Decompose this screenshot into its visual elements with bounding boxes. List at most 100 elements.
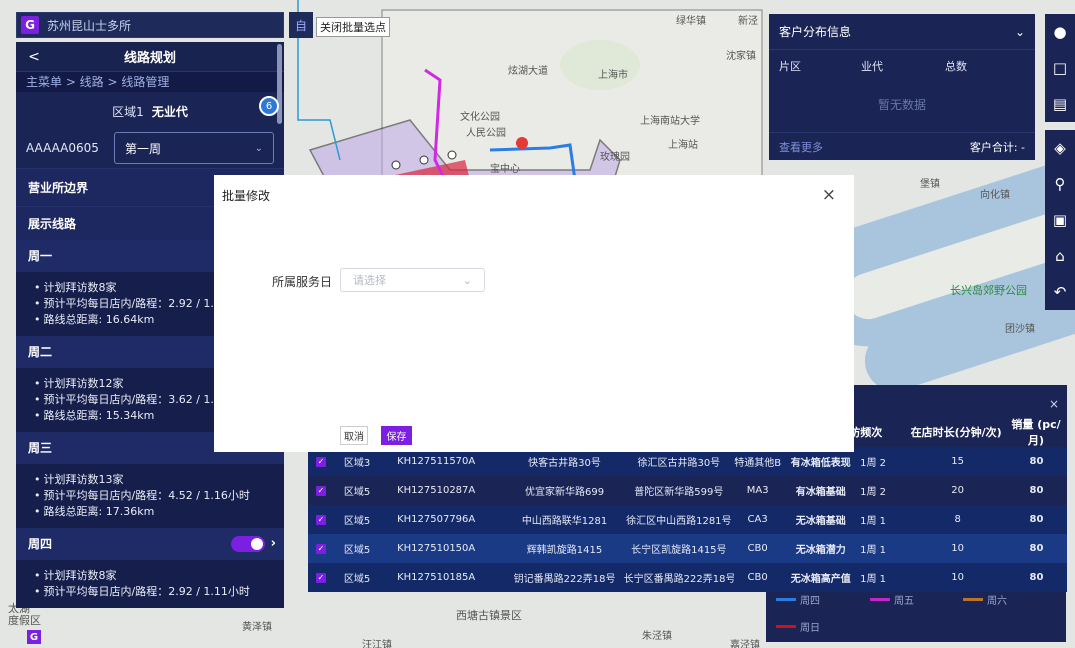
cell-tag: 无冰箱潜力	[795, 545, 846, 556]
cell-code: KH127511570A	[397, 456, 476, 467]
row-checkbox[interactable]: ✓	[316, 485, 326, 496]
day-stats-wed: 计划拜访数13家 预计平均每日店内/路程：4.52 / 1.16小时 路线总距离…	[16, 464, 284, 528]
brand-logo-icon: G	[27, 630, 41, 644]
view-more-link[interactable]: 查看更多	[779, 139, 823, 155]
route-code-row: AAAAA0605 第一周 ⌄	[16, 130, 284, 166]
stat-distance: 路线总距离: 17.36km	[34, 504, 284, 520]
cell-area: 区域3	[343, 458, 371, 469]
table-row[interactable]: ✓ 区域5 KH127510150A 辉韩凯旋路1415 长宁区凯旋路1415号…	[308, 534, 1067, 563]
panel-scrollbar[interactable]	[277, 44, 282, 124]
close-batch-select-button[interactable]: 关闭批量选点	[316, 17, 390, 37]
cell-address: 徐汇区古井路30号	[637, 458, 721, 469]
table-row[interactable]: ✓ 区域5 KH127507796A 中山西路联华1281 徐汇区中山西路128…	[308, 505, 1067, 534]
cell-name: 优宜家新华路699	[525, 487, 605, 498]
cell-area: 区域5	[343, 487, 371, 498]
table-row[interactable]: ✓ 区域5 KH127510287A 优宜家新华路699 普陀区新华路599号 …	[308, 476, 1067, 505]
table-row[interactable]: ✓ 区域5 KH127510185A 钥记番禺路222弄18号 长宁区番禺路22…	[308, 563, 1067, 592]
cell-duration: 10	[951, 572, 965, 583]
close-icon[interactable]: ×	[1049, 397, 1059, 411]
service-day-label: 所属服务日	[272, 275, 333, 289]
cell-type: CB0	[747, 572, 768, 583]
batch-select-button[interactable]: 自	[289, 12, 313, 38]
cell-tag: 无冰箱基础	[795, 516, 846, 527]
panel-title: 线路规划	[123, 51, 176, 66]
dialog-title: 批量修改	[222, 189, 271, 203]
stat-avg-time: 预计平均每日店内/路程：2.92 / 1.11小时	[34, 584, 284, 600]
map-label: 文化公园	[460, 112, 500, 123]
cell-code: KH127510150A	[397, 543, 476, 554]
col-sales: 销量 (pc/月)	[1011, 418, 1061, 447]
clipboard-icon[interactable]: ▤	[1045, 86, 1075, 122]
map-label: 上海南站大学	[640, 116, 700, 127]
region-value: 无业代	[151, 104, 188, 119]
app-header: G 苏州昆山士多所	[16, 12, 284, 38]
cell-frequency: 1周 2	[860, 487, 887, 498]
home-icon[interactable]: ⌂	[1045, 238, 1075, 274]
chevron-down-icon: ⌄	[254, 142, 263, 154]
cancel-button[interactable]: 取消	[340, 426, 368, 445]
cell-code: KH127507796A	[397, 514, 476, 525]
row-checkbox[interactable]: ✓	[316, 514, 326, 525]
empty-state: 暂无数据	[877, 98, 926, 112]
stat-avg-time: 预计平均每日店内/路程：4.52 / 1.16小时	[34, 488, 284, 504]
row-checkbox[interactable]: ✓	[316, 543, 326, 554]
map-toolbar: ● □ ▤ ◈ ⚲ ▣ ⌂ ↶	[1045, 14, 1075, 310]
col-area: 片区	[779, 60, 801, 73]
map-label: 炫湖大道	[508, 66, 548, 77]
map-label: 西塘古镇景区	[456, 609, 522, 622]
day-header-thu[interactable]: 周四 ›	[16, 528, 284, 560]
cell-tag: 无冰箱高产值	[790, 574, 851, 585]
layers-icon[interactable]: ◈	[1045, 130, 1075, 166]
cell-tag: 有冰箱低表现	[790, 458, 851, 469]
undo-icon[interactable]: ↶	[1045, 274, 1075, 310]
close-icon[interactable]: ×	[822, 185, 836, 205]
stat-visits: 计划拜访数13家	[34, 472, 284, 488]
message-icon[interactable]: □	[1045, 50, 1075, 86]
breadcrumb[interactable]: 主菜单 > 线路 > 线路管理	[16, 72, 284, 92]
service-day-select[interactable]: 请选择 ⌄	[340, 268, 485, 292]
back-button[interactable]: <	[16, 49, 52, 65]
row-checkbox[interactable]: ✓	[316, 572, 326, 583]
region-label: 区域1	[112, 104, 144, 119]
search-icon[interactable]: ⚲	[1045, 166, 1075, 202]
cell-code: KH127510185A	[397, 572, 476, 583]
cell-duration: 15	[951, 456, 965, 467]
cell-name: 快客古井路30号	[528, 458, 601, 469]
col-total: 总数	[945, 60, 967, 73]
cell-address: 普陀区新华路599号	[634, 487, 724, 498]
week-select[interactable]: 第一周 ⌄	[114, 132, 274, 164]
day-label: 周三	[28, 441, 53, 455]
chevron-right-icon[interactable]: ›	[271, 528, 276, 560]
cell-area: 区域5	[343, 516, 371, 527]
map-label: 堡镇	[920, 179, 940, 190]
square-select-icon[interactable]: ▣	[1045, 202, 1075, 238]
app-title: 苏州昆山士多所	[47, 18, 132, 33]
map-label: 人民公园	[466, 128, 506, 139]
customer-table-header: 片区 业代 总数	[769, 50, 1035, 82]
col-rep: 业代	[861, 60, 883, 73]
day-label: 周二	[28, 345, 53, 359]
stat-visits: 计划拜访数8家	[34, 568, 284, 584]
day-stats-thu: 计划拜访数8家 预计平均每日店内/路程：2.92 / 1.11小时	[16, 560, 284, 608]
map-label: 沈家镇	[726, 51, 756, 62]
cell-frequency: 1周 1	[860, 516, 887, 527]
cell-name: 中山西路联华1281	[521, 516, 608, 527]
map-label: 新泾	[738, 16, 758, 27]
chevron-down-icon[interactable]: ⌄	[1015, 25, 1025, 39]
day-visibility-toggle[interactable]	[230, 536, 265, 552]
panel-header: < 线路规划	[16, 42, 284, 72]
cell-address: 长宁区番禺路222弄18号	[623, 574, 734, 585]
user-icon[interactable]: ●	[1045, 14, 1075, 50]
map-label: 绿华镇	[676, 16, 706, 27]
map-label: 团沙镇	[1005, 324, 1035, 335]
route-legend: 周四 周五 周六 周日	[766, 592, 1066, 642]
customer-panel-header[interactable]: 客户分布信息 ⌄	[769, 14, 1035, 50]
map-label: 玫瑰园	[600, 152, 630, 163]
cell-area: 区域5	[343, 545, 371, 556]
cell-duration: 10	[951, 543, 965, 554]
cell-type: CA3	[747, 514, 768, 525]
cell-sales: 80	[1029, 543, 1044, 554]
row-checkbox[interactable]: ✓	[316, 456, 326, 467]
save-button[interactable]: 保存	[381, 426, 412, 445]
cell-name: 钥记番禺路222弄18号	[513, 574, 616, 585]
